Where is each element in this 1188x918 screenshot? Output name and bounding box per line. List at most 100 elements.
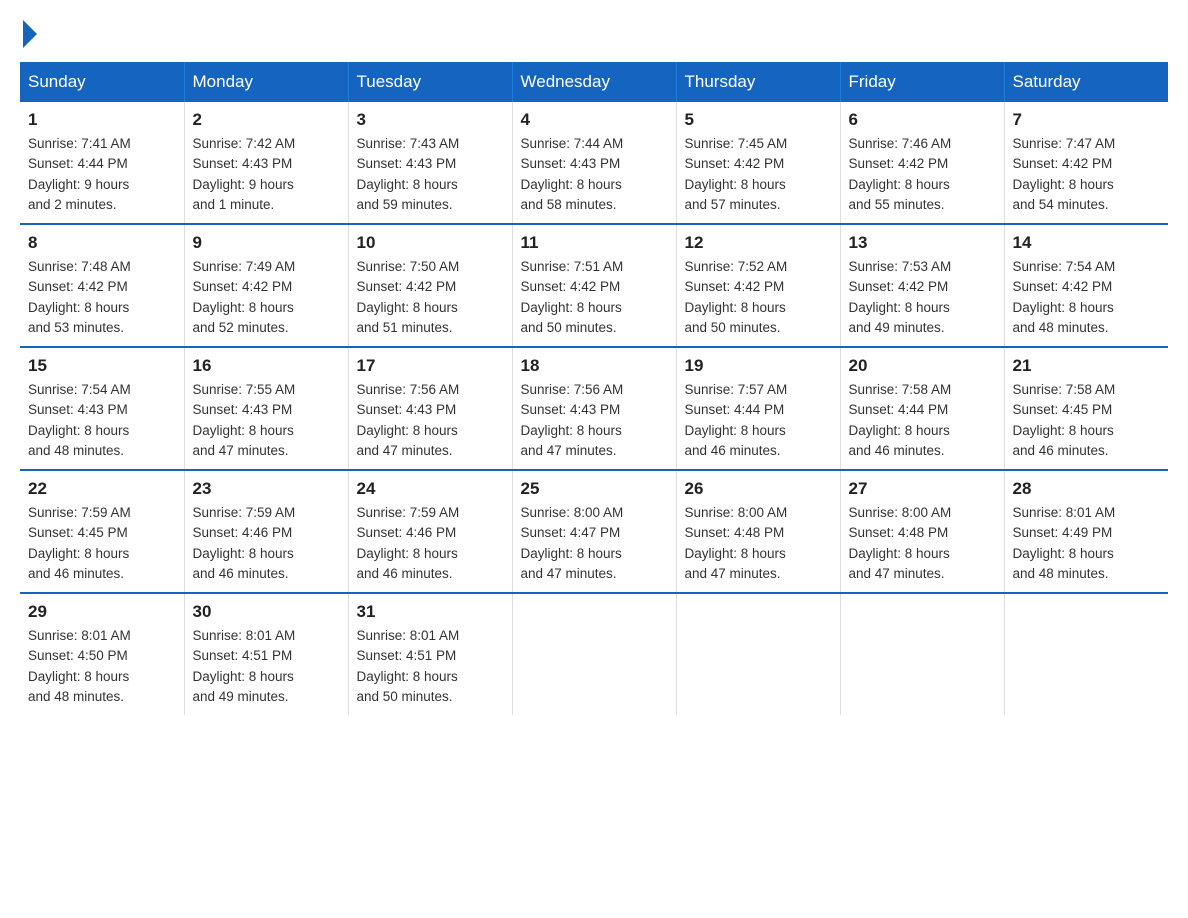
day-number: 7 — [1013, 110, 1161, 130]
day-info: Sunrise: 7:49 AMSunset: 4:42 PMDaylight:… — [193, 257, 340, 338]
day-info: Sunrise: 7:51 AMSunset: 4:42 PMDaylight:… — [521, 257, 668, 338]
day-number: 18 — [521, 356, 668, 376]
calendar-cell: 28 Sunrise: 8:01 AMSunset: 4:49 PMDayligh… — [1004, 470, 1168, 593]
logo-arrow-icon — [23, 20, 37, 48]
day-info: Sunrise: 7:42 AMSunset: 4:43 PMDaylight:… — [193, 134, 340, 215]
calendar-cell: 5Sunrise: 7:45 AMSunset: 4:42 PMDaylight… — [676, 102, 840, 224]
week-row: 1 Sunrise: 7:41 AMSunset: 4:44 PMDaylight… — [20, 102, 1168, 224]
calendar-cell: 9 Sunrise: 7:49 AMSunset: 4:42 PMDaylight… — [184, 224, 348, 347]
header-wednesday: Wednesday — [512, 62, 676, 102]
day-info: Sunrise: 7:46 AMSunset: 4:42 PMDaylight:… — [849, 134, 996, 215]
day-number: 20 — [849, 356, 996, 376]
calendar-cell: 31 Sunrise: 8:01 AMSunset: 4:51 PMDayligh… — [348, 593, 512, 715]
day-info: Sunrise: 8:00 AMSunset: 4:48 PMDaylight:… — [849, 503, 996, 584]
day-info: Sunrise: 7:59 AMSunset: 4:46 PMDaylight:… — [193, 503, 340, 584]
week-row: 15 Sunrise: 7:54 AMSunset: 4:43 PMDayligh… — [20, 347, 1168, 470]
day-info: Sunrise: 7:43 AMSunset: 4:43 PMDaylight:… — [357, 134, 504, 215]
day-info: Sunrise: 7:58 AMSunset: 4:44 PMDaylight:… — [849, 380, 996, 461]
calendar-cell: 10 Sunrise: 7:50 AMSunset: 4:42 PMDayligh… — [348, 224, 512, 347]
calendar-cell: 14 Sunrise: 7:54 AMSunset: 4:42 PMDayligh… — [1004, 224, 1168, 347]
day-number: 31 — [357, 602, 504, 622]
header-monday: Monday — [184, 62, 348, 102]
calendar-cell: 22 Sunrise: 7:59 AMSunset: 4:45 PMDayligh… — [20, 470, 184, 593]
day-info: Sunrise: 8:01 AMSunset: 4:51 PMDaylight:… — [357, 626, 504, 707]
day-info: Sunrise: 8:01 AMSunset: 4:49 PMDaylight:… — [1013, 503, 1161, 584]
day-info: Sunrise: 7:59 AMSunset: 4:45 PMDaylight:… — [28, 503, 176, 584]
day-info: Sunrise: 7:52 AMSunset: 4:42 PMDaylight:… — [685, 257, 832, 338]
day-number: 13 — [849, 233, 996, 253]
calendar-cell: 4 Sunrise: 7:44 AMSunset: 4:43 PMDaylight… — [512, 102, 676, 224]
calendar-cell: 30 Sunrise: 8:01 AMSunset: 4:51 PMDayligh… — [184, 593, 348, 715]
day-number: 27 — [849, 479, 996, 499]
calendar-cell: 13 Sunrise: 7:53 AMSunset: 4:42 PMDayligh… — [840, 224, 1004, 347]
calendar-cell — [840, 593, 1004, 715]
day-info: Sunrise: 7:47 AMSunset: 4:42 PMDaylight:… — [1013, 134, 1161, 215]
day-number: 8 — [28, 233, 176, 253]
day-info: Sunrise: 7:54 AMSunset: 4:43 PMDaylight:… — [28, 380, 176, 461]
calendar-cell: 23 Sunrise: 7:59 AMSunset: 4:46 PMDayligh… — [184, 470, 348, 593]
calendar-header: SundayMondayTuesdayWednesdayThursdayFrid… — [20, 62, 1168, 102]
day-info: Sunrise: 8:01 AMSunset: 4:50 PMDaylight:… — [28, 626, 176, 707]
day-info: Sunrise: 7:59 AMSunset: 4:46 PMDaylight:… — [357, 503, 504, 584]
calendar-cell: 17Sunrise: 7:56 AMSunset: 4:43 PMDayligh… — [348, 347, 512, 470]
calendar-cell: 7 Sunrise: 7:47 AMSunset: 4:42 PMDaylight… — [1004, 102, 1168, 224]
calendar-cell: 18 Sunrise: 7:56 AMSunset: 4:43 PMDayligh… — [512, 347, 676, 470]
day-info: Sunrise: 8:00 AMSunset: 4:47 PMDaylight:… — [521, 503, 668, 584]
calendar-cell: 26 Sunrise: 8:00 AMSunset: 4:48 PMDayligh… — [676, 470, 840, 593]
day-info: Sunrise: 7:48 AMSunset: 4:42 PMDaylight:… — [28, 257, 176, 338]
day-number: 22 — [28, 479, 176, 499]
day-number: 25 — [521, 479, 668, 499]
day-number: 21 — [1013, 356, 1161, 376]
day-info: Sunrise: 7:53 AMSunset: 4:42 PMDaylight:… — [849, 257, 996, 338]
header-saturday: Saturday — [1004, 62, 1168, 102]
day-number: 23 — [193, 479, 340, 499]
day-info: Sunrise: 8:00 AMSunset: 4:48 PMDaylight:… — [685, 503, 832, 584]
day-info: Sunrise: 7:54 AMSunset: 4:42 PMDaylight:… — [1013, 257, 1161, 338]
day-number: 17 — [357, 356, 504, 376]
calendar-cell: 3 Sunrise: 7:43 AMSunset: 4:43 PMDaylight… — [348, 102, 512, 224]
day-number: 12 — [685, 233, 832, 253]
calendar-cell: 27 Sunrise: 8:00 AMSunset: 4:48 PMDayligh… — [840, 470, 1004, 593]
calendar-body: 1 Sunrise: 7:41 AMSunset: 4:44 PMDaylight… — [20, 102, 1168, 715]
day-number: 30 — [193, 602, 340, 622]
day-number: 26 — [685, 479, 832, 499]
calendar-cell: 1 Sunrise: 7:41 AMSunset: 4:44 PMDaylight… — [20, 102, 184, 224]
day-number: 15 — [28, 356, 176, 376]
calendar-cell — [1004, 593, 1168, 715]
week-row: 8 Sunrise: 7:48 AMSunset: 4:42 PMDaylight… — [20, 224, 1168, 347]
day-number: 6 — [849, 110, 996, 130]
day-number: 28 — [1013, 479, 1161, 499]
day-info: Sunrise: 7:50 AMSunset: 4:42 PMDaylight:… — [357, 257, 504, 338]
header-friday: Friday — [840, 62, 1004, 102]
header-thursday: Thursday — [676, 62, 840, 102]
page-header — [20, 20, 1168, 42]
day-info: Sunrise: 7:41 AMSunset: 4:44 PMDaylight:… — [28, 134, 176, 215]
day-number: 14 — [1013, 233, 1161, 253]
day-info: Sunrise: 7:58 AMSunset: 4:45 PMDaylight:… — [1013, 380, 1161, 461]
calendar-cell: 6 Sunrise: 7:46 AMSunset: 4:42 PMDaylight… — [840, 102, 1004, 224]
day-number: 9 — [193, 233, 340, 253]
calendar-cell: 24Sunrise: 7:59 AMSunset: 4:46 PMDayligh… — [348, 470, 512, 593]
day-number: 1 — [28, 110, 176, 130]
calendar-cell: 29Sunrise: 8:01 AMSunset: 4:50 PMDayligh… — [20, 593, 184, 715]
day-info: Sunrise: 7:56 AMSunset: 4:43 PMDaylight:… — [521, 380, 668, 461]
day-number: 10 — [357, 233, 504, 253]
logo — [20, 20, 37, 42]
day-info: Sunrise: 7:44 AMSunset: 4:43 PMDaylight:… — [521, 134, 668, 215]
day-number: 2 — [193, 110, 340, 130]
day-info: Sunrise: 8:01 AMSunset: 4:51 PMDaylight:… — [193, 626, 340, 707]
day-info: Sunrise: 7:45 AMSunset: 4:42 PMDaylight:… — [685, 134, 832, 215]
calendar-cell: 19Sunrise: 7:57 AMSunset: 4:44 PMDayligh… — [676, 347, 840, 470]
day-info: Sunrise: 7:57 AMSunset: 4:44 PMDaylight:… — [685, 380, 832, 461]
calendar-cell — [676, 593, 840, 715]
calendar-table: SundayMondayTuesdayWednesdayThursdayFrid… — [20, 62, 1168, 715]
day-number: 3 — [357, 110, 504, 130]
day-number: 11 — [521, 233, 668, 253]
header-row: SundayMondayTuesdayWednesdayThursdayFrid… — [20, 62, 1168, 102]
week-row: 29Sunrise: 8:01 AMSunset: 4:50 PMDayligh… — [20, 593, 1168, 715]
header-sunday: Sunday — [20, 62, 184, 102]
day-number: 4 — [521, 110, 668, 130]
calendar-cell: 25 Sunrise: 8:00 AMSunset: 4:47 PMDayligh… — [512, 470, 676, 593]
week-row: 22 Sunrise: 7:59 AMSunset: 4:45 PMDayligh… — [20, 470, 1168, 593]
calendar-cell: 21 Sunrise: 7:58 AMSunset: 4:45 PMDayligh… — [1004, 347, 1168, 470]
